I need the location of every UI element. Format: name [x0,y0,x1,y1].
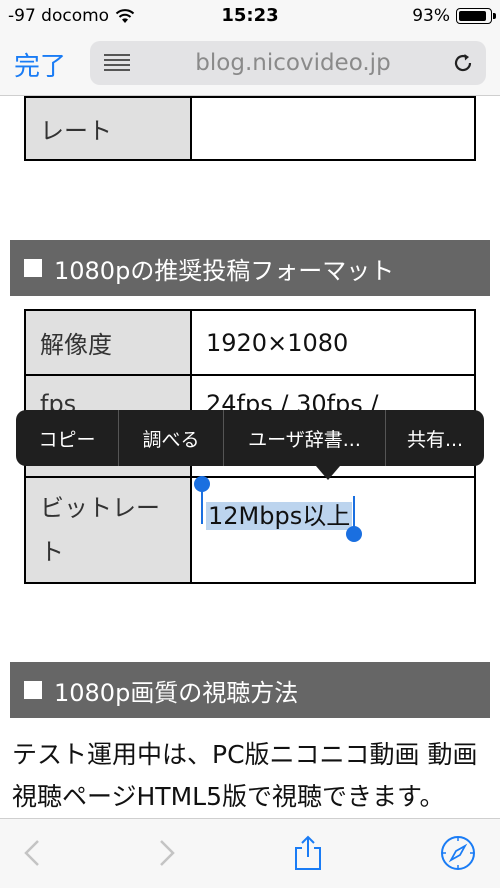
table-row: レート [24,96,476,161]
section-header: 1080pの推奨投稿フォーマット [10,240,490,296]
square-bullet-icon [24,259,42,277]
status-right: 93% [412,6,496,26]
address-bar[interactable]: blog.nicovideo.jp [90,41,486,85]
table-key: 解像度 [24,309,192,376]
chevron-left-icon[interactable] [16,835,52,871]
compass-icon[interactable] [440,835,476,871]
selection-end-caret [353,496,355,530]
table-row: ビットレート 12Mbps以上 [24,476,476,584]
battery-fill [459,11,486,21]
section-title: 1080pの推奨投稿フォーマット [54,256,395,285]
selection-end-handle[interactable] [346,526,362,542]
status-bar: -97 docomo 15:23 93% [0,0,500,34]
battery-percent: 93% [412,6,450,26]
reload-icon[interactable] [452,52,474,74]
prev-table: レート [24,96,476,161]
chevron-right-icon[interactable] [148,835,184,871]
menu-item-copy[interactable]: コピー [16,410,119,466]
browser-toolbar [0,818,500,888]
done-button[interactable]: 完了 [14,46,66,83]
table-value [190,96,476,161]
section-header: 1080p画質の視聴方法 [10,662,490,718]
menu-item-share[interactable]: 共有... [386,410,484,466]
table-value[interactable]: 12Mbps以上 [190,476,476,584]
menu-item-lookup[interactable]: 調べる [119,410,224,466]
table-key: レート [24,96,192,161]
edit-context-menu: コピー 調べる ユーザ辞書... 共有... [16,410,484,466]
battery-icon [456,8,496,24]
share-icon[interactable] [290,835,326,871]
reader-mode-icon[interactable] [104,54,130,72]
browser-nav-bar: 完了 blog.nicovideo.jp [0,34,500,96]
table-value: 1920×1080 [190,309,476,376]
menu-pointer-arrow [316,466,340,480]
section-title: 1080p画質の視聴方法 [54,678,299,707]
table-key: ビットレート [24,476,192,584]
url-text[interactable]: blog.nicovideo.jp [150,50,436,76]
table-row: 解像度 1920×1080 [24,309,476,376]
square-bullet-icon [24,681,42,699]
selected-text[interactable]: 12Mbps以上 [206,502,353,530]
selection-start-caret [201,486,203,524]
body-paragraph: テスト運用中は、PC版ニコニコ動画 動画視聴ページHTML5版で視聴できます。 [12,740,478,811]
menu-item-user-dictionary[interactable]: ユーザ辞書... [224,410,386,466]
